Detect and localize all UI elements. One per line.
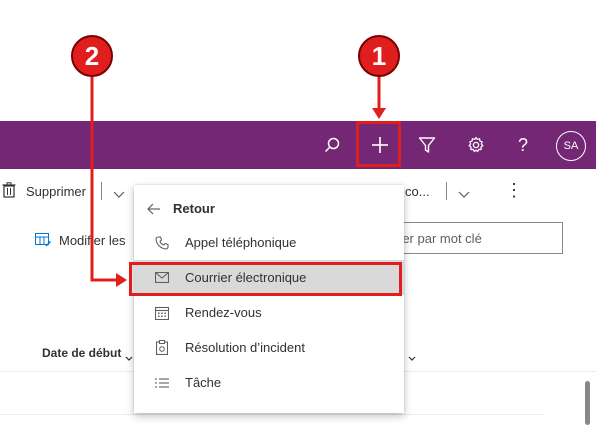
callout-badge-2: 2 (71, 35, 113, 77)
callout-badge-1: 1 (358, 35, 400, 77)
